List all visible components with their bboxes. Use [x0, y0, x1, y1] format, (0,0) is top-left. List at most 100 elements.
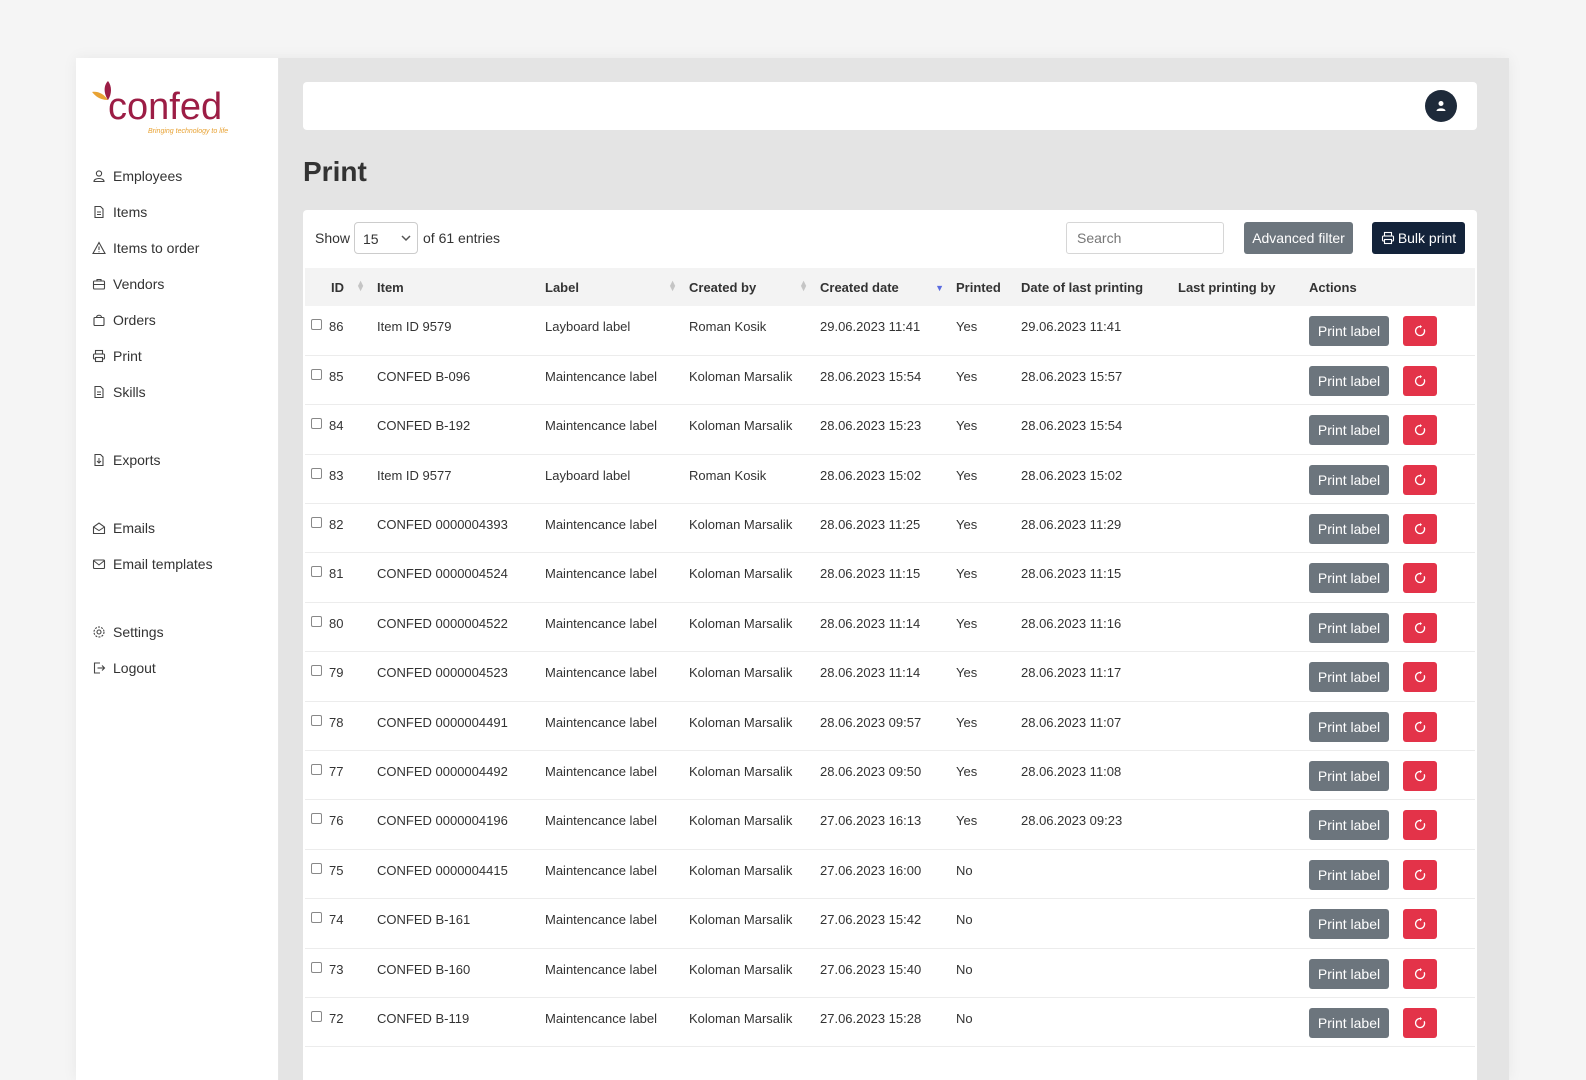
row-checkbox[interactable] [311, 1010, 322, 1022]
bulk-print-button[interactable]: Bulk print [1372, 222, 1465, 254]
column-header-created-by[interactable]: Created by ▲ ▼ [683, 268, 814, 306]
row-checkbox[interactable] [311, 714, 322, 726]
created-date-cell: 28.06.2023 11:15 [820, 566, 921, 582]
last-print-date-cell: 28.06.2023 15:54 [1021, 418, 1123, 434]
row-checkbox[interactable] [311, 764, 322, 776]
row-checkbox[interactable] [311, 615, 322, 627]
sidebar-item-vendors[interactable]: Vendors [92, 266, 272, 302]
sidebar-item-label: Print [113, 348, 142, 364]
reset-button[interactable] [1403, 415, 1437, 446]
page-length-select[interactable]: 15 [354, 222, 418, 254]
reset-button[interactable] [1403, 563, 1437, 594]
label-cell: Maintencance label [545, 912, 658, 928]
row-checkbox[interactable] [311, 467, 322, 479]
column-header-label: Created date [820, 279, 899, 295]
print-label-button[interactable]: Print label [1309, 711, 1389, 742]
row-checkbox[interactable] [311, 566, 322, 578]
table-row: 85 CONFED B-096 Maintencance label Koloman … [305, 355, 1475, 405]
sidebar-item-print[interactable]: Print [92, 338, 272, 374]
sidebar-item-logout[interactable]: Logout [92, 650, 272, 686]
row-checkbox[interactable] [311, 912, 322, 924]
sidebar-item-orders[interactable]: Orders [92, 302, 272, 338]
sidebar-item-exports[interactable]: Exports [92, 442, 272, 478]
reset-button[interactable] [1403, 365, 1437, 396]
print-label-button[interactable]: Print label [1309, 1007, 1389, 1038]
reset-button[interactable] [1403, 662, 1437, 693]
reset-button[interactable] [1403, 958, 1437, 989]
print-label-button[interactable]: Print label [1309, 612, 1389, 643]
refresh-icon [1414, 918, 1426, 930]
row-checkbox[interactable] [311, 368, 322, 380]
column-header-id[interactable]: ID ▲ ▼ [325, 268, 371, 306]
last-printed-by-cell [1172, 454, 1303, 503]
column-header-printed[interactable]: Printed [950, 268, 1015, 306]
reset-button[interactable] [1403, 1007, 1437, 1038]
reset-button[interactable] [1403, 514, 1437, 545]
print-label-button[interactable]: Print label [1309, 316, 1389, 346]
column-header-date-of-last-printing[interactable]: Date of last printing [1015, 268, 1172, 306]
sidebar-item-settings[interactable]: Settings [92, 614, 272, 650]
confed-logo[interactable]: confed Bringing technology to life [90, 78, 240, 138]
reset-button[interactable] [1403, 810, 1437, 841]
label-cell: Maintencance label [545, 961, 658, 977]
item-cell: Item ID 9579 [377, 319, 452, 334]
created-by-cell: Koloman Marsalik [689, 961, 793, 977]
table-row: 86 Item ID 9579 Layboard label Roman Kosik 2… [305, 306, 1475, 356]
reset-button[interactable] [1403, 761, 1437, 792]
print-label-button[interactable]: Print label [1309, 958, 1389, 989]
print-label-button[interactable]: Print label [1309, 859, 1389, 890]
print-label-button[interactable]: Print label [1309, 909, 1389, 940]
print-label-button[interactable]: Print label [1309, 514, 1389, 545]
reset-button[interactable] [1403, 859, 1437, 890]
sidebar-item-skills[interactable]: Skills [92, 374, 272, 410]
print-label-button[interactable]: Print label [1309, 563, 1389, 594]
sidebar-item-items-to-order[interactable]: Items to order [92, 230, 272, 266]
sidebar-item-employees[interactable]: Employees [92, 158, 272, 194]
last-printed-by-cell [1172, 751, 1303, 800]
printed-cell: Yes [956, 615, 978, 631]
reset-button[interactable] [1403, 711, 1437, 742]
id-cell: 75 [329, 862, 344, 878]
print-label-button[interactable]: Print label [1309, 761, 1389, 792]
row-checkbox[interactable] [311, 665, 322, 677]
sort-icon: ▲ ▼ [668, 278, 677, 293]
reset-button[interactable] [1403, 909, 1437, 940]
print-label-button[interactable]: Print label [1309, 662, 1389, 693]
print-label-button[interactable]: Print label [1309, 464, 1389, 495]
printed-cell: Yes [956, 319, 978, 334]
last-print-date-cell: 29.06.2023 11:41 [1021, 319, 1122, 334]
reset-button[interactable] [1403, 464, 1437, 495]
sidebar-item-items[interactable]: Items [92, 194, 272, 230]
advanced-filter-button[interactable]: Advanced filter [1244, 222, 1353, 254]
reset-button[interactable] [1403, 316, 1437, 346]
print-label-button[interactable]: Print label [1309, 810, 1389, 841]
column-header-created-date[interactable]: Created date ▼ [814, 268, 950, 306]
row-checkbox[interactable] [311, 418, 322, 430]
column-header-label: Item [377, 279, 404, 295]
user-avatar[interactable] [1425, 90, 1457, 122]
refresh-icon [1414, 473, 1426, 485]
actions-cell: Print label [1303, 454, 1475, 503]
item-cell: CONFED 0000004393 [377, 517, 508, 533]
row-select-cell [305, 454, 325, 503]
print-label-button[interactable]: Print label [1309, 365, 1389, 396]
label-cell: Maintencance label [545, 714, 658, 730]
table-row: 76 CONFED 0000004196 Maintencance label Kol… [305, 800, 1475, 850]
row-checkbox[interactable] [311, 862, 322, 874]
search-input[interactable] [1066, 222, 1224, 254]
row-checkbox[interactable] [311, 517, 322, 529]
column-header-label[interactable]: Label ▲ ▼ [539, 268, 683, 306]
row-checkbox[interactable] [311, 813, 322, 825]
print-label-button[interactable]: Print label [1309, 415, 1389, 446]
sidebar-item-email-templates[interactable]: Email templates [92, 546, 272, 582]
label-cell: Maintencance label [545, 368, 658, 384]
row-checkbox[interactable] [311, 319, 322, 330]
sidebar-item-emails[interactable]: Emails [92, 510, 272, 546]
row-select-cell [305, 405, 325, 454]
column-header-last-printing-by[interactable]: Last printing by [1172, 268, 1303, 306]
reset-button[interactable] [1403, 612, 1437, 643]
column-header-item[interactable]: Item [371, 268, 539, 306]
row-checkbox[interactable] [311, 961, 322, 973]
